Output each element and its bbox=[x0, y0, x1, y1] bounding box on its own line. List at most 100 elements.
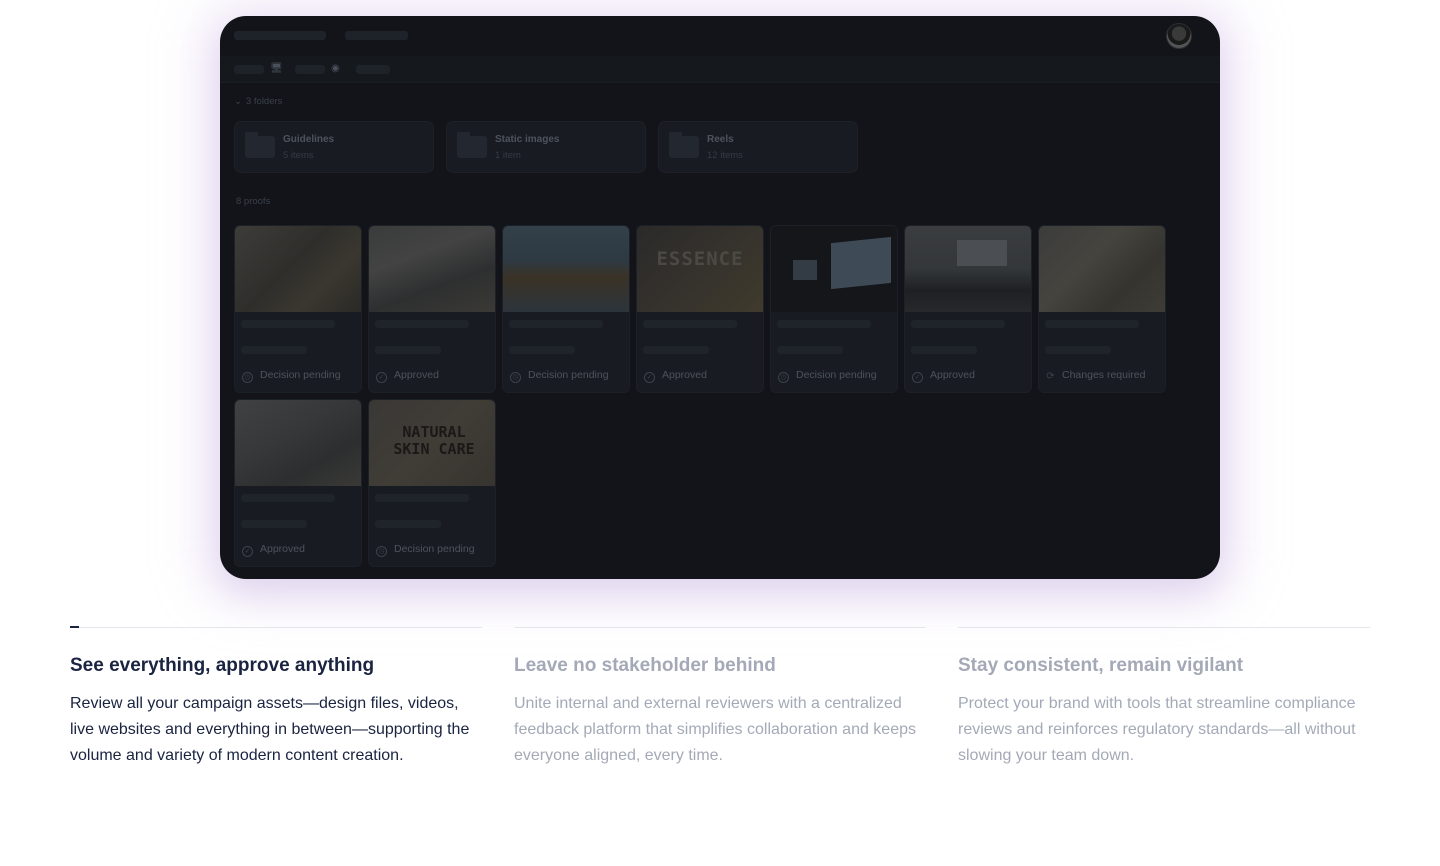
feature-description: Review all your campaign assets—design f… bbox=[70, 695, 470, 764]
folder-name: Reels bbox=[707, 134, 734, 145]
proof-status: ✓ Approved bbox=[376, 369, 439, 383]
feature-divider bbox=[958, 627, 1370, 628]
monitor-icon[interactable]: 🖥 bbox=[270, 64, 283, 74]
proof-meta-placeholder bbox=[911, 346, 977, 354]
breadcrumb-placeholder bbox=[345, 31, 408, 40]
folder-card[interactable]: Reels 12 items bbox=[658, 121, 858, 173]
folder-icon bbox=[245, 132, 275, 158]
proof-status-label: Approved bbox=[394, 369, 439, 381]
toolbar-item-placeholder[interactable] bbox=[234, 65, 264, 74]
breadcrumb-placeholder bbox=[234, 31, 326, 40]
proof-title-placeholder bbox=[241, 494, 335, 502]
proof-thumbnail: ESSENCE bbox=[637, 226, 763, 312]
proof-status-label: Approved bbox=[260, 543, 305, 555]
proof-card[interactable]: NATURAL SKIN CARE ◷ Decision pending bbox=[368, 399, 496, 567]
proof-thumbnail bbox=[1039, 226, 1165, 312]
proof-card[interactable]: ESSENCE ✓ Approved bbox=[636, 225, 764, 393]
proof-status: ◷ Decision pending bbox=[510, 369, 609, 383]
proof-status-label: Decision pending bbox=[394, 543, 475, 555]
proof-meta-placeholder bbox=[643, 346, 709, 354]
app-toolbar: 🖥 ◉ bbox=[220, 56, 1220, 83]
refresh-icon: ⟳ bbox=[1046, 371, 1055, 382]
feature-title: Stay consistent, remain vigilant bbox=[958, 655, 1244, 676]
proof-meta-placeholder bbox=[375, 346, 441, 354]
proof-status-label: Approved bbox=[662, 369, 707, 381]
billboard-screen bbox=[831, 236, 891, 290]
app-preview-window: 🖥 ◉ ⌄ 3 folders Guidelines 5 items Static… bbox=[220, 16, 1220, 579]
proofs-section-label: 8 proofs bbox=[236, 196, 271, 207]
proof-card[interactable]: ⟳ Changes required bbox=[1038, 225, 1166, 393]
proof-status-label: Decision pending bbox=[528, 369, 609, 381]
proof-status: ✓ Approved bbox=[242, 543, 305, 557]
proof-meta-placeholder bbox=[509, 346, 575, 354]
proof-thumbnail bbox=[771, 226, 897, 312]
feature-divider bbox=[70, 627, 482, 628]
proof-meta-placeholder bbox=[241, 346, 307, 354]
proof-thumbnail bbox=[905, 226, 1031, 312]
proof-thumbnail-text: ESSENCE bbox=[656, 248, 744, 270]
proof-card[interactable]: ✓ Approved bbox=[904, 225, 1032, 393]
proof-card[interactable]: ◷ Decision pending bbox=[234, 225, 362, 393]
proof-status: ◷ Decision pending bbox=[376, 543, 475, 557]
proof-title-placeholder bbox=[375, 320, 469, 328]
check-circle-icon: ✓ bbox=[242, 546, 253, 557]
proof-thumbnail bbox=[235, 226, 361, 312]
feature-title: See everything, approve anything bbox=[70, 655, 375, 676]
proof-thumbnail bbox=[235, 400, 361, 486]
proof-status: ⟳ Changes required bbox=[1046, 369, 1146, 382]
proof-status: ◷ Decision pending bbox=[242, 369, 341, 383]
proof-status: ✓ Approved bbox=[644, 369, 707, 383]
proof-card[interactable]: ✓ Approved bbox=[234, 399, 362, 567]
proof-meta-placeholder bbox=[1045, 346, 1111, 354]
clock-icon: ◷ bbox=[376, 546, 387, 557]
clock-icon: ◷ bbox=[778, 372, 789, 383]
proof-status-label: Changes required bbox=[1062, 369, 1146, 381]
proof-status: ◷ Decision pending bbox=[778, 369, 877, 383]
proof-title-placeholder bbox=[375, 494, 469, 502]
feature-divider bbox=[514, 627, 926, 628]
clock-icon: ◷ bbox=[510, 372, 521, 383]
folder-name: Guidelines bbox=[283, 134, 335, 145]
proof-thumbnail: NATURAL SKIN CARE bbox=[369, 400, 495, 486]
folder-icon bbox=[669, 132, 699, 158]
toolbar-item-placeholder[interactable] bbox=[295, 65, 325, 74]
folder-name: Static images bbox=[495, 134, 560, 145]
app-topbar bbox=[220, 16, 1220, 56]
proof-card[interactable]: ✓ Approved bbox=[368, 225, 496, 393]
proof-meta-placeholder bbox=[777, 346, 843, 354]
proof-status-label: Decision pending bbox=[260, 369, 341, 381]
feature-title: Leave no stakeholder behind bbox=[514, 655, 776, 676]
proof-card[interactable]: ◷ Decision pending bbox=[770, 225, 898, 393]
proof-card[interactable]: ◷ Decision pending bbox=[502, 225, 630, 393]
proof-title-placeholder bbox=[241, 320, 335, 328]
folder-item-count: 12 items bbox=[707, 150, 743, 161]
folder-card[interactable]: Guidelines 5 items bbox=[234, 121, 434, 173]
folder-item-count: 1 item bbox=[495, 150, 521, 161]
feature-description: Protect your brand with tools that strea… bbox=[958, 695, 1356, 764]
folders-section-label[interactable]: ⌄ 3 folders bbox=[234, 96, 282, 107]
clock-icon: ◷ bbox=[242, 372, 253, 383]
proof-title-placeholder bbox=[911, 320, 1005, 328]
proof-title-placeholder bbox=[643, 320, 737, 328]
proof-thumbnail-text: NATURAL SKIN CARE bbox=[393, 423, 475, 458]
toolbar-item-placeholder[interactable] bbox=[356, 65, 390, 74]
check-circle-icon: ✓ bbox=[912, 372, 923, 383]
billboard-screen bbox=[793, 260, 817, 280]
folders-count-label: 3 folders bbox=[245, 96, 283, 107]
active-tab-indicator bbox=[70, 626, 79, 628]
feature-description: Unite internal and external reviewers wi… bbox=[514, 695, 916, 764]
proof-status: ✓ Approved bbox=[912, 369, 975, 383]
avatar[interactable] bbox=[1166, 23, 1192, 49]
proof-title-placeholder bbox=[777, 320, 871, 328]
chevron-down-icon: ⌄ bbox=[234, 96, 242, 107]
eye-icon[interactable]: ◉ bbox=[331, 64, 340, 74]
folder-item-count: 5 items bbox=[283, 150, 314, 161]
proof-title-placeholder bbox=[509, 320, 603, 328]
proof-meta-placeholder bbox=[375, 520, 441, 528]
proof-thumbnail bbox=[369, 226, 495, 312]
billboard-screen bbox=[957, 240, 1007, 266]
check-circle-icon: ✓ bbox=[376, 372, 387, 383]
folder-card[interactable]: Static images 1 item bbox=[446, 121, 646, 173]
proof-status-label: Decision pending bbox=[796, 369, 877, 381]
proof-thumbnail bbox=[503, 226, 629, 312]
